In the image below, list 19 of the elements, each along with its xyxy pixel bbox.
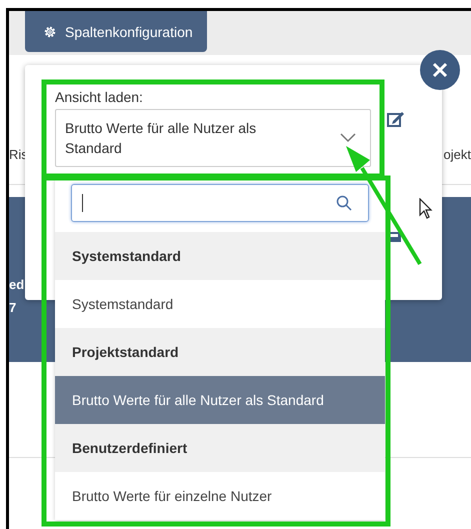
field-label: Ansicht laden: bbox=[55, 89, 144, 107]
group-header: Systemstandard bbox=[55, 232, 385, 280]
close-icon bbox=[432, 62, 448, 78]
settings-tab[interactable]: Spaltenkonfiguration bbox=[25, 11, 207, 52]
header-text: ed bbox=[9, 277, 24, 292]
column-label: ojekt bbox=[444, 147, 471, 162]
edit-icon[interactable] bbox=[387, 111, 405, 127]
chevron-icon bbox=[340, 133, 356, 143]
mouse-cursor-icon bbox=[419, 198, 433, 220]
option-item[interactable]: Brutto Werte für alle Nutzer als Standard bbox=[55, 376, 385, 424]
header-text: 7 bbox=[9, 300, 18, 315]
option-item[interactable]: Systemstandard bbox=[55, 280, 385, 328]
gear-icon bbox=[43, 24, 57, 38]
group-header: Projektstandard bbox=[55, 328, 385, 376]
view-select[interactable]: Brutto Werte für alle Nutzer als Standard bbox=[55, 109, 371, 167]
option-item[interactable]: Brutto Werte für einzelne Nutzer bbox=[55, 472, 385, 520]
search-field[interactable] bbox=[71, 184, 369, 222]
group-header: Benutzerdefiniert bbox=[55, 424, 385, 472]
search-icon bbox=[336, 195, 352, 211]
